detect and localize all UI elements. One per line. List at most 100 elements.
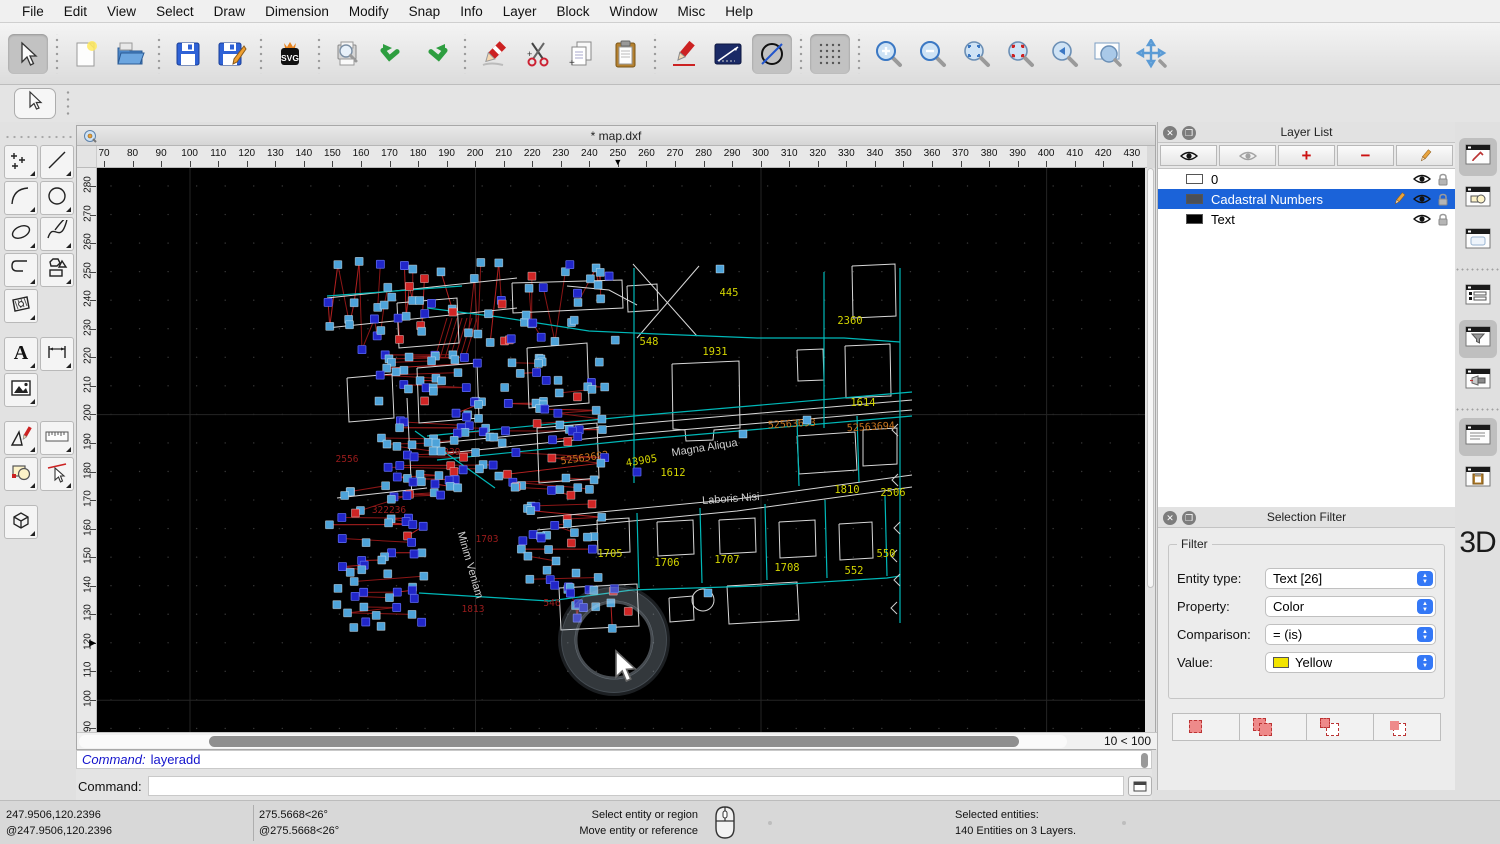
restrict-off-button[interactable] <box>752 33 792 74</box>
pointer-button[interactable] <box>8 33 48 74</box>
menu-file[interactable]: File <box>12 4 54 19</box>
new-file-button[interactable] <box>66 34 106 74</box>
menu-layer[interactable]: Layer <box>493 4 547 19</box>
dropdown-stepper-icon[interactable]: ▲ ▼ <box>1417 571 1433 586</box>
menu-info[interactable]: Info <box>450 4 493 19</box>
property-editor-button[interactable] <box>1458 138 1497 176</box>
layer-visible-icon[interactable] <box>1413 173 1431 185</box>
svg-export-button[interactable]: SVG <box>270 34 310 74</box>
save-button[interactable] <box>168 34 208 74</box>
intersect-selection-button[interactable] <box>1374 714 1440 740</box>
menu-snap[interactable]: Snap <box>399 4 451 19</box>
dropdown-stepper-icon[interactable]: ▲ ▼ <box>1417 655 1433 670</box>
filter-select-3[interactable]: Yellow ▲ ▼ <box>1265 652 1436 673</box>
cut-button[interactable]: + <box>518 34 558 74</box>
tool-trim-button[interactable] <box>40 457 74 491</box>
layer-visible-icon[interactable] <box>1413 213 1431 225</box>
horizontal-scrollbar[interactable] <box>79 735 1067 748</box>
clipboard-panel-button[interactable] <box>1459 460 1497 498</box>
horizontal-scrollbar-thumb[interactable] <box>209 736 1019 747</box>
layer-list-toggle-button[interactable] <box>1459 278 1497 316</box>
menu-block[interactable]: Block <box>547 4 600 19</box>
tool-modify-button[interactable] <box>4 457 38 491</box>
menu-window[interactable]: Window <box>600 4 668 19</box>
layer-visible-icon[interactable] <box>1413 193 1431 205</box>
command-options-button[interactable] <box>1128 776 1152 796</box>
hide-all-layers-button[interactable] <box>1219 145 1276 166</box>
zoom-selection-button[interactable] <box>1000 34 1040 74</box>
add-to-selection-button[interactable] <box>1240 714 1307 740</box>
drawing-window-titlebar[interactable]: * map.dxf <box>77 126 1155 146</box>
tool-measure-button[interactable] <box>40 421 74 455</box>
close-icon[interactable]: ✕ <box>1163 510 1177 525</box>
detach-icon[interactable]: ❐ <box>1182 125 1196 140</box>
3d-view-button[interactable]: 3D <box>1459 526 1496 560</box>
selection-filter-toggle-button[interactable] <box>1458 320 1497 358</box>
grid-toggle-button[interactable] <box>810 33 850 74</box>
remove-layer-button[interactable]: − <box>1337 145 1394 166</box>
command-history-scrollbar[interactable] <box>1141 753 1148 768</box>
tool-arc-button[interactable] <box>4 181 38 215</box>
tool-draw-tools-button[interactable] <box>4 421 38 455</box>
tool-shapes-button[interactable] <box>40 253 74 287</box>
show-all-layers-button[interactable] <box>1160 145 1217 166</box>
open-file-button[interactable] <box>110 34 150 74</box>
zoom-previous-button[interactable] <box>1044 34 1084 74</box>
vertical-scrollbar[interactable] <box>1145 168 1155 734</box>
menu-help[interactable]: Help <box>715 4 763 19</box>
menu-misc[interactable]: Misc <box>668 4 716 19</box>
tool-points-button[interactable] <box>4 145 38 179</box>
zoom-out-button[interactable] <box>912 34 952 74</box>
print-preview-button[interactable] <box>328 34 368 74</box>
copy-button[interactable]: + <box>562 34 602 74</box>
close-icon[interactable]: ✕ <box>1163 125 1177 140</box>
layer-row-text[interactable]: Text <box>1158 209 1455 229</box>
edit-pencil-icon[interactable] <box>1391 192 1407 206</box>
filter-select-0[interactable]: Text [26] ▲ ▼ <box>1265 568 1436 589</box>
select-matching-button[interactable] <box>1173 714 1240 740</box>
zoom-auto-button[interactable] <box>956 34 996 74</box>
command-history[interactable]: Command: layeradd <box>76 750 1152 769</box>
undo-button[interactable] <box>372 34 412 74</box>
edit-layer-button[interactable] <box>1396 145 1453 166</box>
layer-row-0[interactable]: 0 <box>1158 169 1455 189</box>
layer-lock-icon[interactable] <box>1437 213 1449 226</box>
view-list-button[interactable] <box>1459 222 1497 260</box>
line-angle-button[interactable] <box>708 34 748 74</box>
library-browser-button[interactable] <box>1459 362 1497 400</box>
filter-select-1[interactable]: Color ▲ ▼ <box>1265 596 1436 617</box>
block-list-button[interactable] <box>1459 180 1497 218</box>
layer-lock-icon[interactable] <box>1437 173 1449 186</box>
tool-text-button[interactable]: A <box>4 337 38 371</box>
command-input[interactable] <box>147 776 1124 796</box>
zoom-window-button[interactable] <box>1088 34 1128 74</box>
menu-draw[interactable]: Draw <box>204 4 256 19</box>
menu-select[interactable]: Select <box>146 4 204 19</box>
erase-button[interactable] <box>474 34 514 74</box>
selection-pointer-button[interactable] <box>14 88 56 119</box>
draw-pencil-button[interactable] <box>664 34 704 74</box>
detach-icon[interactable]: ❐ <box>1182 510 1196 525</box>
menu-dimension[interactable]: Dimension <box>255 4 339 19</box>
tool-ellipse-button[interactable] <box>4 217 38 251</box>
save-as-button[interactable] <box>212 34 252 74</box>
dropdown-stepper-icon[interactable]: ▲ ▼ <box>1417 599 1433 614</box>
tool-circle-button[interactable] <box>40 181 74 215</box>
remove-from-selection-button[interactable] <box>1307 714 1374 740</box>
tool-hatch-button[interactable] <box>4 289 38 323</box>
filter-select-2[interactable]: = (is) ▲ ▼ <box>1265 624 1436 645</box>
menu-modify[interactable]: Modify <box>339 4 399 19</box>
menu-view[interactable]: View <box>97 4 146 19</box>
dropdown-stepper-icon[interactable]: ▲ ▼ <box>1417 627 1433 642</box>
vertical-scrollbar-thumb[interactable] <box>1146 168 1154 588</box>
layer-row-cadastral-numbers[interactable]: Cadastral Numbers <box>1158 189 1455 209</box>
redo-button[interactable] <box>416 34 456 74</box>
tool-polyline-button[interactable] <box>4 253 38 287</box>
zoom-in-button[interactable] <box>868 34 908 74</box>
pan-button[interactable] <box>1132 34 1172 74</box>
add-layer-button[interactable]: + <box>1278 145 1335 166</box>
tool-spline-button[interactable] <box>40 216 74 251</box>
tool-solid-button[interactable] <box>4 505 38 539</box>
menu-edit[interactable]: Edit <box>54 4 97 19</box>
layer-lock-icon[interactable] <box>1437 193 1449 206</box>
